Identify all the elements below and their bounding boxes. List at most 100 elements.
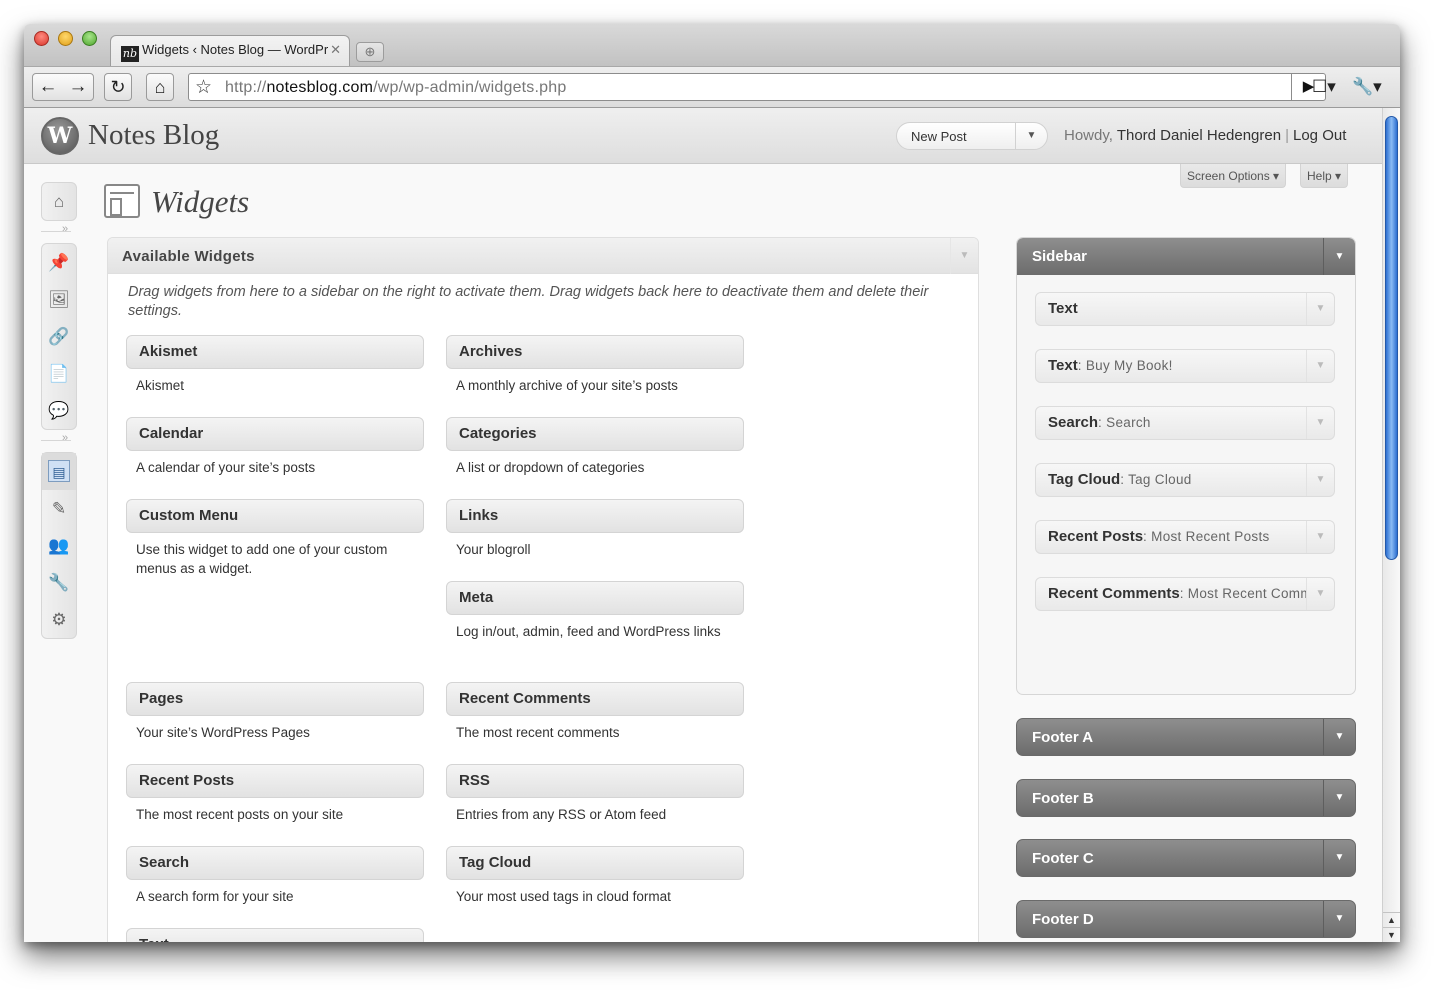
widget-text[interactable]: Text [126,928,424,942]
page-menu-icon[interactable]: ☐▾ [1312,77,1336,97]
dashboard-icon[interactable]: ⌂ [42,183,76,220]
chevron-down-icon[interactable]: ▼ [1323,780,1355,816]
footer-b-widget-area[interactable]: Footer B ▼ [1016,779,1356,817]
back-arrow-icon[interactable]: ← [33,76,63,98]
widget-title[interactable]: Text [126,928,424,942]
widget-title[interactable]: Categories [446,417,744,451]
logout-link[interactable]: Log Out [1293,127,1346,144]
footer-c-widget-area[interactable]: Footer C ▼ [1016,839,1356,877]
widget-title[interactable]: Tag Cloud [446,846,744,880]
window-maximize-button[interactable] [82,31,97,46]
widget-title[interactable]: Archives [446,335,744,369]
chevron-down-icon[interactable]: ▼ [1015,123,1047,149]
widget-title[interactable]: Meta [446,581,744,615]
widget-title[interactable]: Search [126,846,424,880]
chevron-down-icon[interactable]: ▼ [1306,350,1334,382]
chevron-down-icon[interactable]: ▼ [1323,238,1355,275]
users-icon[interactable]: 👥 [42,527,76,564]
widget-custom-menu[interactable]: Custom Menu Use this widget to add one o… [126,499,424,578]
scroll-up-arrow-icon[interactable]: ▲ [1383,912,1400,927]
footer-area-title: Footer C [1032,850,1094,867]
widget-description: Your blogroll [456,542,531,557]
new-tab-button[interactable]: ⊕ [356,42,384,62]
sidebar-widget-tag-cloud[interactable]: Tag Cloud: Tag Cloud ▼ [1035,463,1335,497]
chevron-down-icon[interactable]: ▼ [1306,578,1334,610]
chevron-down-icon[interactable]: ▼ [1323,719,1355,755]
sidebar-widget-search[interactable]: Search: Search ▼ [1035,406,1335,440]
window-close-button[interactable] [34,31,49,46]
links-icon[interactable]: 🔗 [42,318,76,355]
available-widgets-header[interactable]: Available Widgets ▼ [108,238,978,274]
chevron-down-icon[interactable]: ▼ [1306,521,1334,553]
favorite-actions-dropdown[interactable]: New Post ▼ [896,122,1048,150]
widgets-page-icon [104,184,140,218]
tab-close-icon[interactable]: ✕ [330,42,341,58]
chevron-down-icon[interactable]: ▼ [1323,840,1355,876]
chevron-down-icon[interactable]: ▼ [1306,293,1334,325]
sidebar-widget-text[interactable]: Text ▼ [1035,292,1335,326]
footer-a-widget-area[interactable]: Footer A ▼ [1016,718,1356,756]
scrollbar-thumb[interactable] [1385,116,1398,560]
chevron-down-icon[interactable]: ▼ [1306,464,1334,496]
widget-meta[interactable]: Meta Log in/out, admin, feed and WordPre… [446,581,744,641]
pages-icon[interactable]: 📄 [42,355,76,392]
site-name-link[interactable]: Notes Blog [88,119,219,152]
scroll-down-arrow-icon[interactable]: ▼ [1383,927,1400,942]
plugins-icon[interactable]: ✎ [42,490,76,527]
screen-options-tab[interactable]: Screen Options ▾ [1180,164,1287,188]
widget-title[interactable]: Links [446,499,744,533]
sidebar-widget-recent-comments[interactable]: Recent Comments: Most Recent Comments ▼ [1035,577,1335,611]
wrench-menu-icon[interactable]: 🔧▾ [1352,77,1382,97]
tools-icon[interactable]: 🔧 [42,564,76,601]
address-bar[interactable]: ☆ http://notesblog.com/wp/wp-admin/widge… [188,73,1326,101]
widget-title[interactable]: Akismet [126,335,424,369]
widget-pages[interactable]: Pages Your site’s WordPress Pages [126,682,424,742]
footer-d-widget-area[interactable]: Footer D ▼ [1016,900,1356,938]
new-post-link[interactable]: New Post [911,129,967,144]
home-icon[interactable]: ⌂ [146,73,174,101]
vertical-scrollbar[interactable]: ▲ ▼ [1382,108,1400,942]
url-path: /wp/wp-admin/widgets.php [373,79,567,96]
widget-title[interactable]: Calendar [126,417,424,451]
window-minimize-button[interactable] [58,31,73,46]
comments-icon[interactable]: 💬 [42,392,76,429]
separator: | [1285,127,1289,144]
forward-arrow-icon[interactable]: → [63,76,93,98]
widget-calendar[interactable]: Calendar A calendar of your site’s posts [126,417,424,477]
widget-akismet[interactable]: Akismet Akismet [126,335,424,395]
widget-links[interactable]: Links Your blogroll [446,499,744,559]
widget-rss[interactable]: RSS Entries from any RSS or Atom feed [446,764,744,824]
chevron-down-icon[interactable]: ▼ [1323,901,1355,937]
sidebar-widget-text-book[interactable]: Text: Buy My Book! ▼ [1035,349,1335,383]
media-icon[interactable]: 🖼 [42,281,76,318]
widget-recent-posts[interactable]: Recent Posts The most recent posts on yo… [126,764,424,824]
widget-title[interactable]: Recent Comments [446,682,744,716]
sidebar-widget-recent-posts[interactable]: Recent Posts: Most Recent Posts ▼ [1035,520,1335,554]
widget-tag-cloud[interactable]: Tag Cloud Your most used tags in cloud f… [446,846,744,906]
sidebar-header[interactable]: Sidebar ▼ [1017,238,1355,275]
chevron-down-icon[interactable]: ▼ [950,238,978,274]
user-profile-link[interactable]: Thord Daniel Hedengren [1117,127,1281,144]
posts-pin-icon[interactable]: 📌 [42,244,76,281]
chevron-down-icon[interactable]: ▼ [1306,407,1334,439]
widget-title[interactable]: Pages [126,682,424,716]
widget-instance-title: : Search [1098,415,1151,430]
admin-menu-group-settings: ▤ ✎ 👥 🔧 ⚙ [41,452,77,639]
sidebar-widget-label: Search: Search [1048,414,1306,431]
browser-tab[interactable]: nb Widgets ‹ Notes Blog — WordPress ✕ [110,35,350,66]
settings-icon[interactable]: ⚙ [42,601,76,638]
widget-title[interactable]: Recent Posts [126,764,424,798]
widget-title[interactable]: RSS [446,764,744,798]
reload-icon[interactable]: ↻ [104,73,132,101]
widget-archives[interactable]: Archives A monthly archive of your site’… [446,335,744,395]
widget-search[interactable]: Search A search form for your site [126,846,424,906]
widget-recent-comments[interactable]: Recent Comments The most recent comments [446,682,744,742]
widget-description: Use this widget to add one of your custo… [136,542,388,576]
bookmark-star-icon[interactable]: ☆ [195,76,212,99]
url-host: notesblog.com [266,79,374,96]
appearance-icon[interactable]: ▤ [42,453,76,490]
widget-categories[interactable]: Categories A list or dropdown of categor… [446,417,744,477]
help-tab[interactable]: Help ▾ [1300,164,1349,188]
url-text[interactable]: http://notesblog.com/wp/wp-admin/widgets… [225,79,566,97]
widget-title[interactable]: Custom Menu [126,499,424,533]
